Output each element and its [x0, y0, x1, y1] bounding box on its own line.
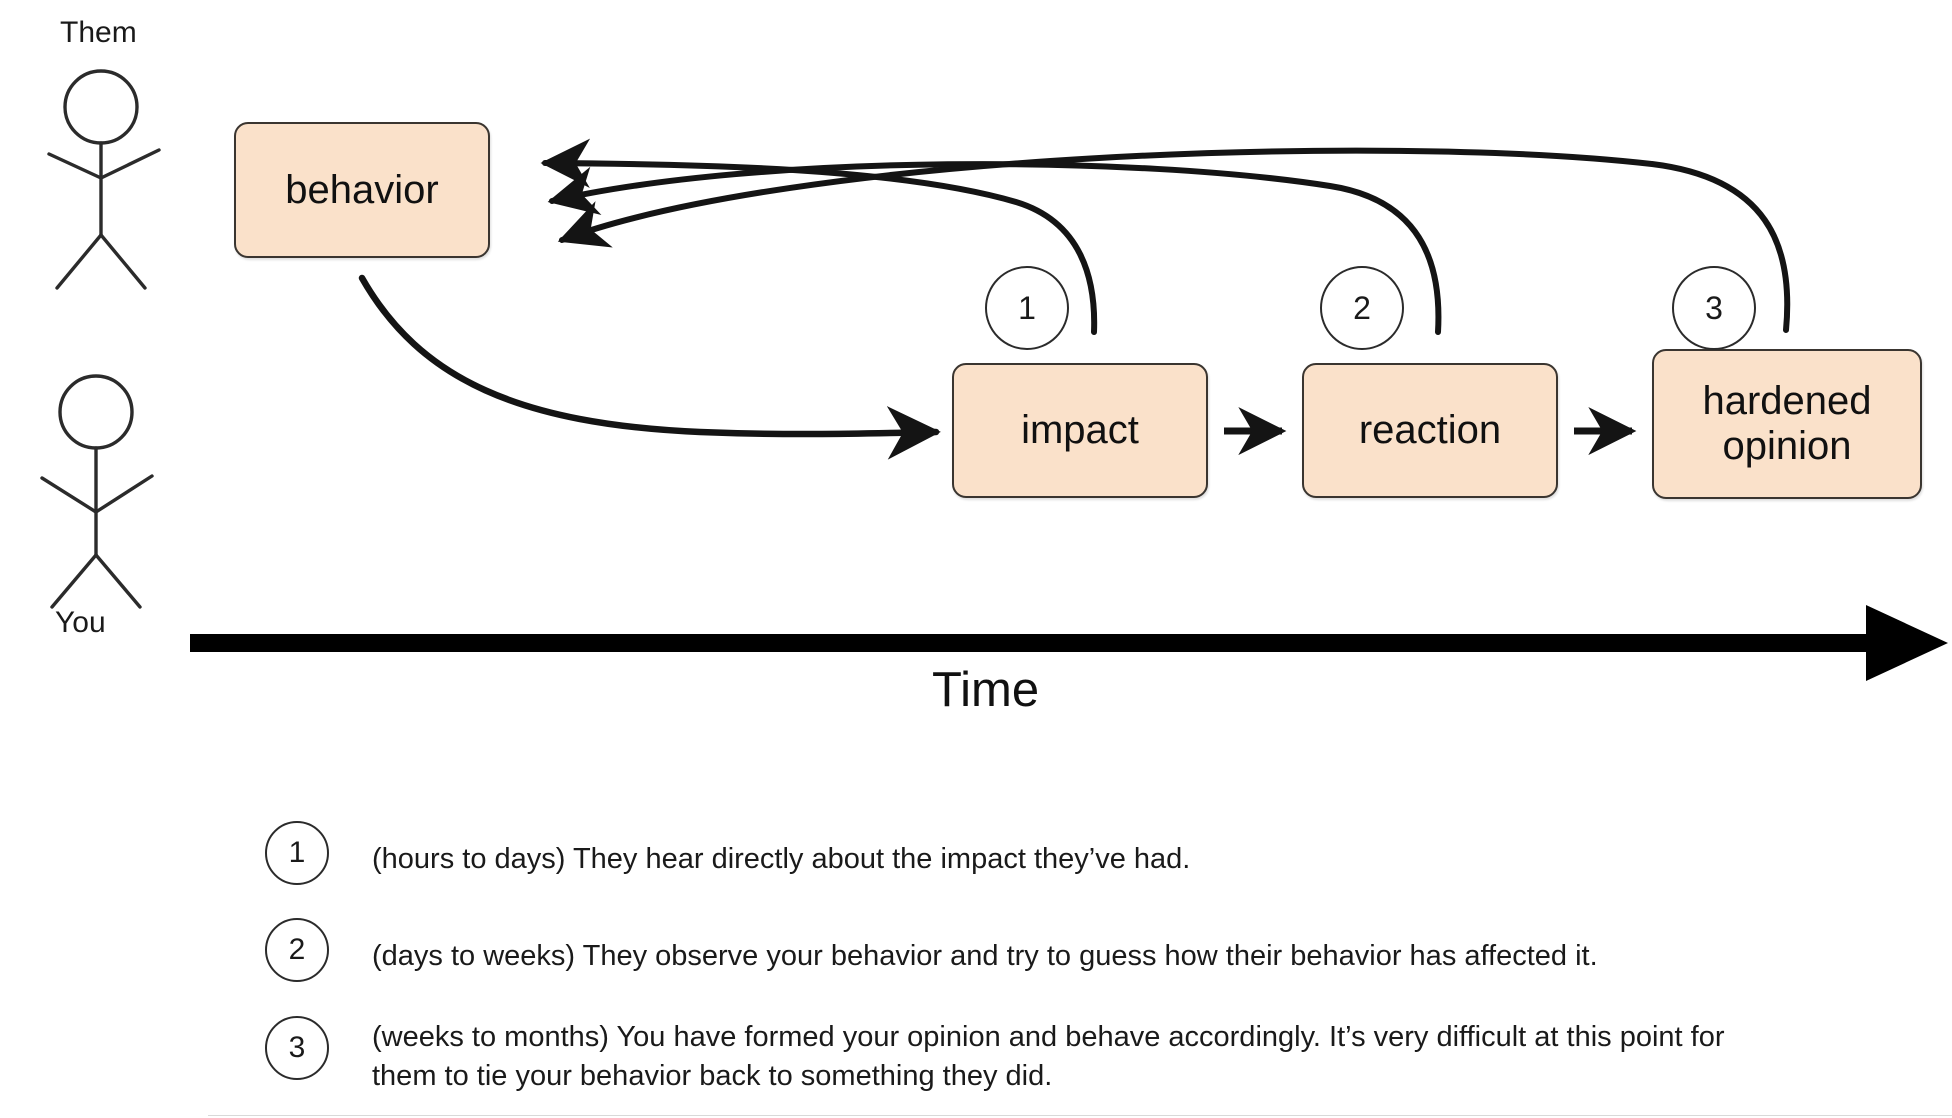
time-axis-arrow [190, 605, 1948, 681]
feedback-arrow-3 [557, 147, 1791, 333]
node-box-hardened-opinion[interactable]: hardened opinion [1652, 349, 1922, 499]
node-label-hardened-opinion-line1: hardened [1702, 379, 1872, 424]
legend-marker-2[interactable]: 2 [265, 918, 329, 982]
node-label-impact: impact [1021, 408, 1139, 453]
node-box-impact[interactable]: impact [952, 363, 1208, 498]
node-label-behavior: behavior [285, 167, 439, 212]
node-box-reaction[interactable]: reaction [1302, 363, 1558, 498]
node-label-reaction: reaction [1358, 408, 1502, 453]
diagram-marker-1[interactable]: 1 [985, 266, 1069, 350]
actor-label-you: You [55, 606, 106, 639]
bottom-divider [208, 1115, 1952, 1116]
stick-figure-them [47, 69, 161, 290]
time-axis-label: Time [932, 663, 1040, 717]
diagram-marker-2[interactable]: 2 [1320, 266, 1404, 350]
actor-label-them: Them [60, 16, 137, 49]
flow-arrow-behavior-to-impact [358, 274, 941, 460]
node-label-hardened-opinion-line2: opinion [1722, 424, 1852, 468]
legend-text-2: (days to weeks) They observe your behavi… [372, 940, 1598, 972]
legend-text-3: (weeks to months) You have formed your o… [372, 1021, 1725, 1092]
legend-marker-3[interactable]: 3 [265, 1016, 329, 1080]
diagram-canvas: Them You behavior impact reaction harden… [0, 0, 1952, 1118]
node-label-hardened-opinion: hardened opinion [1654, 379, 1920, 469]
stick-figure-you [40, 374, 154, 609]
diagram-marker-3[interactable]: 3 [1672, 266, 1756, 350]
node-box-behavior[interactable]: behavior [234, 122, 490, 258]
legend-text-1: (hours to days) They hear directly about… [372, 843, 1191, 875]
legend-marker-1[interactable]: 1 [265, 821, 329, 885]
